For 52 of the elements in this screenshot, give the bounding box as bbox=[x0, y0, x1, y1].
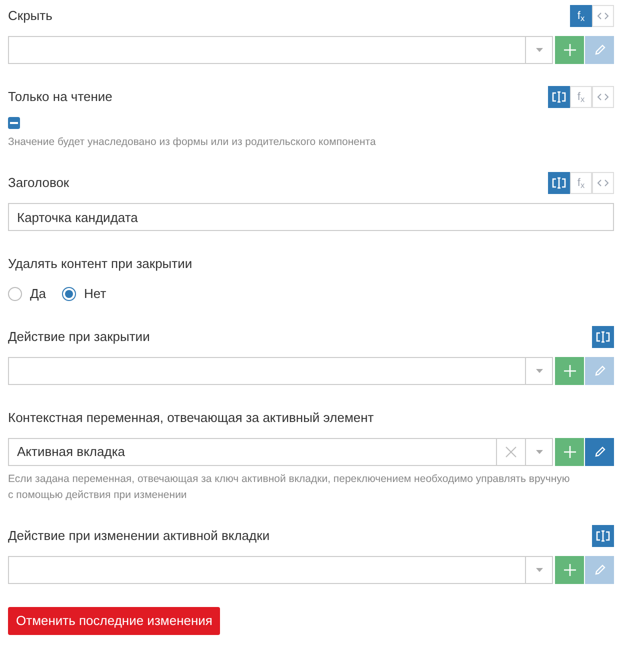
mode-toggle[interactable] bbox=[592, 525, 614, 547]
mode-toggle[interactable] bbox=[548, 172, 570, 194]
add-button[interactable] bbox=[555, 556, 584, 584]
pencil-icon bbox=[594, 446, 606, 458]
select-value: Активная вкладка bbox=[17, 443, 126, 462]
mode-toggle[interactable]: f$_{x}$ bbox=[570, 172, 592, 194]
pencil-icon bbox=[594, 44, 606, 56]
hint-text: Если задана переменная, отвечающая за ключ активной вкладки, переключением необходимо управлять вручную с помощью действия при изменении bbox=[8, 472, 571, 503]
radio-label: Нет bbox=[84, 285, 106, 304]
field-label: Удалять контент при закрытии bbox=[8, 255, 192, 274]
plus-icon bbox=[564, 446, 576, 458]
plus-icon bbox=[564, 365, 576, 377]
checkbox[interactable] bbox=[8, 117, 20, 129]
mode-toggle[interactable]: f$_{x}$ bbox=[570, 86, 592, 108]
code-icon bbox=[597, 92, 609, 102]
text-field[interactable]: Карточка кандидата bbox=[8, 203, 614, 231]
plus-icon bbox=[564, 44, 576, 56]
mode-toggle[interactable] bbox=[548, 86, 570, 108]
radio-label: Да bbox=[30, 285, 46, 304]
add-button[interactable] bbox=[555, 357, 584, 385]
hint-text: Значение будет унаследовано из формы или из родительского компонента bbox=[8, 135, 377, 150]
radio-button[interactable] bbox=[62, 287, 76, 301]
reset-button[interactable]: Отменить последние изменения bbox=[8, 607, 220, 635]
caret-icon bbox=[536, 568, 542, 572]
pencil-icon bbox=[594, 564, 606, 576]
mode-toggle[interactable] bbox=[592, 326, 614, 348]
select-field[interactable] bbox=[8, 357, 553, 385]
binding-icon bbox=[552, 177, 566, 189]
caret-icon bbox=[536, 48, 542, 52]
field-label: Действие при закрытии bbox=[8, 328, 150, 346]
pencil-icon bbox=[594, 365, 606, 377]
field-label: Скрыть bbox=[8, 7, 52, 26]
field-label: Заголовок bbox=[8, 174, 70, 192]
select-field[interactable] bbox=[8, 36, 553, 64]
plus-icon bbox=[564, 564, 576, 576]
edit-button[interactable] bbox=[585, 438, 614, 466]
select-field[interactable] bbox=[8, 556, 553, 584]
select-field[interactable]: Активная вкладка bbox=[8, 438, 553, 466]
caret-icon bbox=[536, 369, 542, 373]
code-icon bbox=[597, 11, 609, 21]
caret-icon bbox=[536, 450, 542, 454]
binding-icon bbox=[552, 91, 566, 103]
field-label: Действие при изменении активной вкладки bbox=[8, 527, 270, 546]
radio-button[interactable] bbox=[8, 287, 22, 301]
field-label: Только на чтение bbox=[8, 88, 112, 106]
binding-icon bbox=[596, 331, 610, 343]
mode-toggle[interactable]: f$_{x}$ bbox=[570, 5, 592, 27]
field-label: Контекстная переменная, отвечающая за активный элемент bbox=[8, 409, 374, 428]
code-icon bbox=[597, 178, 609, 188]
add-button[interactable] bbox=[555, 36, 584, 64]
add-button[interactable] bbox=[555, 438, 584, 466]
binding-icon bbox=[596, 530, 610, 542]
